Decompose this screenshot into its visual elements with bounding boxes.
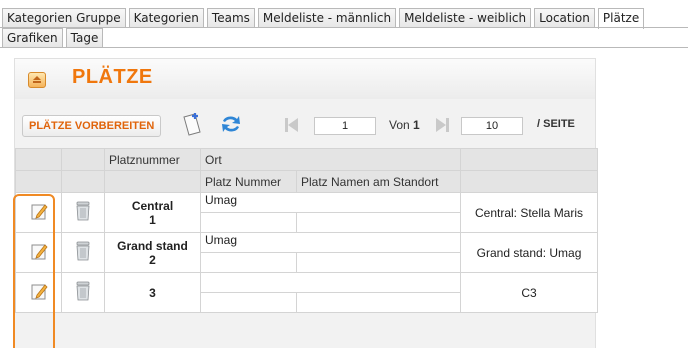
header-platz-namen[interactable]: Platz Namen am Standort xyxy=(295,170,462,193)
tab-meldeliste-maennlich[interactable]: Meldeliste - männlich xyxy=(257,8,397,28)
previous-page-icon[interactable] xyxy=(284,116,300,134)
refresh-icon[interactable] xyxy=(219,112,243,136)
page-number-input[interactable]: 1 xyxy=(314,117,376,135)
platz-namen-cell xyxy=(295,292,462,313)
table-row: 3 C3 xyxy=(15,272,599,313)
panel-header: PLÄTZE xyxy=(15,59,595,99)
page-title: PLÄTZE xyxy=(72,66,153,88)
tab-location[interactable]: Location xyxy=(534,8,595,28)
header-ort[interactable]: Ort xyxy=(199,148,462,171)
court-label: Grand stand: Umag xyxy=(460,232,599,273)
platz-namen-cell xyxy=(295,212,462,233)
tab-row-2: Grafiken Tage xyxy=(0,28,106,48)
platz-namen-cell xyxy=(295,252,462,273)
header-blank xyxy=(61,148,105,171)
edit-cell xyxy=(15,232,62,273)
tab-row-1: Kategorien Gruppe Kategorien Teams Melde… xyxy=(0,8,647,29)
tab-teams[interactable]: Teams xyxy=(206,8,255,28)
court-name-cell: Central 1 xyxy=(104,192,201,233)
delete-cell xyxy=(61,192,105,233)
add-document-icon[interactable] xyxy=(181,111,203,137)
court-name-cell: 3 xyxy=(104,272,201,313)
delete-cell xyxy=(61,272,105,313)
trash-icon[interactable] xyxy=(74,280,92,302)
court-location xyxy=(199,272,462,293)
court-location: Umag xyxy=(199,232,462,253)
edit-icon[interactable] xyxy=(29,281,49,301)
per-page-label: / SEITE xyxy=(537,118,575,130)
header-blank xyxy=(61,170,105,193)
tab-row-2-baseline xyxy=(0,47,688,48)
toolbar: PLÄTZE VORBEREITEN 1 Von 1 10 / SEITE xyxy=(15,99,595,139)
plaetze-panel: PLÄTZE PLÄTZE VORBEREITEN 1 Von 1 10 / S… xyxy=(13,58,599,348)
court-location: Umag xyxy=(199,192,462,213)
edit-icon[interactable] xyxy=(29,201,49,221)
tab-meldeliste-weiblich[interactable]: Meldeliste - weiblich xyxy=(399,8,532,28)
page-total-prefix: Von xyxy=(389,118,410,132)
platz-nummer-cell xyxy=(200,292,297,313)
delete-cell xyxy=(61,232,105,273)
next-page-icon[interactable] xyxy=(434,116,450,134)
edit-cell xyxy=(15,192,62,233)
header-blank xyxy=(460,148,599,171)
platz-nummer-cell xyxy=(200,212,297,233)
table-row: Central 1 Umag Central: Stella Maris xyxy=(15,192,599,233)
court-number: 1 xyxy=(149,212,156,227)
tab-kategorien-gruppe[interactable]: Kategorien Gruppe xyxy=(2,8,126,28)
header-blank xyxy=(104,170,201,193)
platz-nummer-cell xyxy=(200,252,297,273)
edit-icon[interactable] xyxy=(29,241,49,261)
tab-tage[interactable]: Tage xyxy=(65,28,104,48)
table-header-row-2: Platz Nummer Platz Namen am Standort xyxy=(15,170,599,193)
court-number: 3 xyxy=(149,285,156,300)
collapse-icon[interactable] xyxy=(28,72,46,88)
tab-grafiken[interactable]: Grafiken xyxy=(2,28,63,48)
trash-icon[interactable] xyxy=(74,240,92,262)
court-name-cell: Grand stand 2 xyxy=(104,232,201,273)
court-name: Central xyxy=(131,198,174,213)
courts-table: Platznummer Ort Platz Nummer Platz Namen… xyxy=(15,148,599,313)
court-label: C3 xyxy=(460,272,599,313)
prepare-courts-button[interactable]: PLÄTZE VORBEREITEN xyxy=(22,115,162,137)
table-row: Grand stand 2 Umag Grand stand: Umag xyxy=(15,232,599,273)
trash-icon[interactable] xyxy=(74,200,92,222)
header-blank xyxy=(15,148,62,171)
court-number: 2 xyxy=(149,252,156,267)
per-page-input[interactable]: 10 xyxy=(461,117,523,135)
page-total-count: 1 xyxy=(413,118,420,132)
header-platz-nummer[interactable]: Platz Nummer xyxy=(200,170,297,193)
tab-plaetze[interactable]: Plätze xyxy=(597,8,645,29)
court-name: Grand stand xyxy=(117,238,188,253)
header-platznummer[interactable]: Platznummer xyxy=(104,148,201,171)
tab-kategorien[interactable]: Kategorien xyxy=(128,8,204,28)
court-label: Central: Stella Maris xyxy=(460,192,599,233)
table-header-row-1: Platznummer Ort xyxy=(15,148,599,171)
page-total-label: Von 1 xyxy=(389,118,420,132)
header-blank xyxy=(15,170,62,193)
header-blank xyxy=(460,170,599,193)
edit-cell xyxy=(15,272,62,313)
